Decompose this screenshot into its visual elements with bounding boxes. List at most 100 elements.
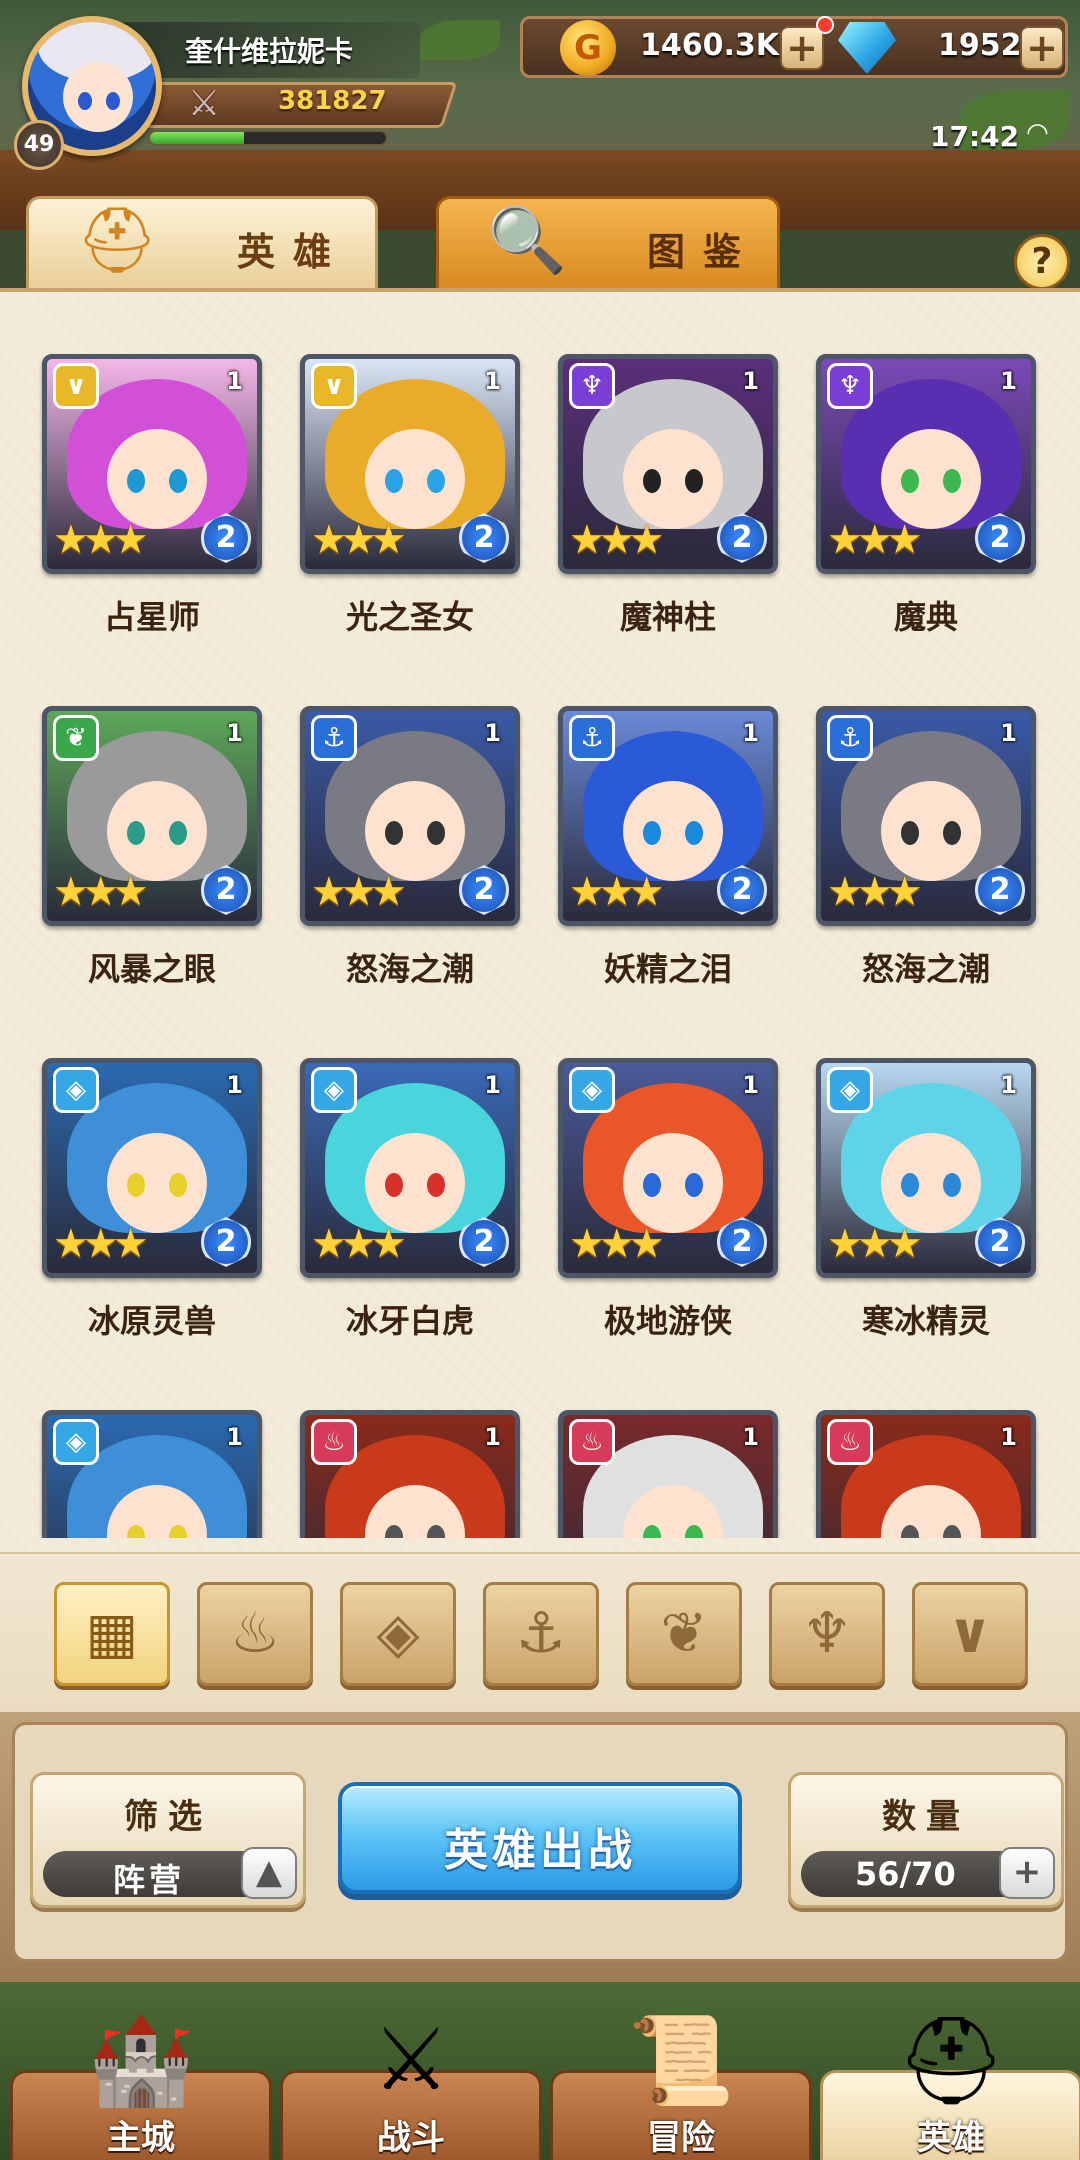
- tab-codex[interactable]: 🔍 图鉴: [436, 196, 780, 288]
- hero-card[interactable]: ♨1★★★2: [300, 1410, 520, 1538]
- filter-forest-button[interactable]: ❦: [626, 1582, 742, 1686]
- hero-portrait: ∨ 1 ★★★ 2: [42, 354, 262, 574]
- hero-portrait: ◈1★★★2: [300, 1058, 520, 1278]
- hero-card[interactable]: ♨1★★★2: [816, 1410, 1036, 1538]
- quantity-title: 数量: [882, 1797, 970, 1837]
- hero-card[interactable]: ∨ 1 ★★★ 2 占星师: [42, 354, 262, 636]
- hero-panel: ∨ 1 ★★★ 2 占星师 ∨ 1 ★★★ 2 光之圣女 ♆ 1 ★★★ 2 魔神柱 ♆ 1 ★★★ 2 魔典 ❦ 1 ★★…: [0, 288, 1080, 1708]
- gem-amount: 1952: [938, 28, 1022, 63]
- tab-heroes[interactable]: ⛑ 英雄: [26, 196, 378, 288]
- filter-toggle-button[interactable]: ▲: [241, 1847, 297, 1899]
- gold-amount: 1460.3K: [640, 28, 780, 63]
- hero-grid[interactable]: ∨ 1 ★★★ 2 占星师 ∨ 1 ★★★ 2 光之圣女 ♆ 1 ★★★ 2 魔神柱 ♆ 1 ★★★ 2 魔典 ❦ 1 ★★…: [0, 338, 1080, 1538]
- filter-ice-button[interactable]: ◈: [340, 1582, 456, 1686]
- hero-card[interactable]: ❦ 1 ★★★ 2 风暴之眼: [42, 706, 262, 988]
- hero-card[interactable]: ◈ 1 ★★★ 2 冰原灵兽: [42, 1058, 262, 1340]
- hero-card[interactable]: ◈ 1 ★★★ 2 寒冰精灵: [816, 1058, 1036, 1340]
- help-button[interactable]: ?: [1014, 234, 1070, 290]
- hero-name: 怒海之潮: [345, 950, 474, 988]
- hero-name: 魔典: [893, 598, 958, 636]
- hero-name: 光之圣女: [345, 598, 474, 636]
- add-gold-button[interactable]: +: [780, 26, 824, 70]
- faction-fire-icon: ♨: [827, 1419, 873, 1465]
- city-icon: 🏰: [87, 2011, 195, 2111]
- hero-card[interactable]: ◈ 1 ★★★ 2 极地游侠: [558, 1058, 778, 1340]
- filter-all-button[interactable]: ▦: [54, 1582, 170, 1686]
- hero-count: 1: [1000, 367, 1017, 395]
- nav-label: 战斗: [377, 2118, 445, 2158]
- hero-card[interactable]: ♨1★★★2: [558, 1410, 778, 1538]
- filter-value: 阵营: [113, 1861, 186, 1899]
- hero-stars: ★★★: [827, 869, 923, 915]
- hero-portrait: ♆ 1 ★★★ 2: [816, 354, 1036, 574]
- hero-card[interactable]: ⚓ 1 ★★★ 2 妖精之泪: [558, 706, 778, 988]
- hero-card[interactable]: ◈1★★★2: [42, 1410, 262, 1538]
- hero-count: 1: [484, 367, 501, 395]
- hero-count: 1: [742, 719, 759, 747]
- hero-count: 1: [484, 719, 501, 747]
- flame-icon: ♨: [229, 1601, 281, 1666]
- hero-portrait: ⚓ 1 ★★★ 2: [300, 706, 520, 926]
- scroll-map-icon: 📜: [627, 2011, 735, 2111]
- filter-ocean-button[interactable]: ⚓: [483, 1582, 599, 1686]
- hero-stars: ★★★: [53, 869, 149, 915]
- nav-label: 英雄: [917, 2118, 985, 2158]
- faction-ice-icon: ◈: [53, 1419, 99, 1465]
- hero-portrait: ♨1★★★2: [816, 1410, 1036, 1538]
- nav-label: 主城: [107, 2118, 175, 2158]
- hero-card[interactable]: ♆ 1 ★★★ 2 魔典: [816, 354, 1036, 636]
- filter-fire-button[interactable]: ♨: [197, 1582, 313, 1686]
- filter-title: 筛选: [124, 1797, 212, 1837]
- faction-forest-icon: ❦: [53, 715, 99, 761]
- add-capacity-button[interactable]: +: [999, 1847, 1055, 1899]
- nav-label: 冒险: [647, 2118, 715, 2158]
- hero-stars: ★★★: [569, 1221, 665, 1267]
- hero-portrait: ❦ 1 ★★★ 2: [42, 706, 262, 926]
- ice-diamond-icon: ◈: [376, 1601, 420, 1666]
- filter-card: 筛选 阵营 ▲: [30, 1772, 306, 1908]
- wings-icon: ∨: [947, 1601, 993, 1666]
- gold-coin-icon: G: [560, 20, 616, 76]
- faction-ice-icon: ◈: [311, 1067, 357, 1113]
- hero-name: 怒海之潮: [861, 950, 990, 988]
- hero-count: 1: [742, 1071, 759, 1099]
- hero-name: 极地游侠: [603, 1302, 732, 1340]
- faction-dark-icon: ♆: [827, 363, 873, 409]
- faction-ocean-icon: ⚓: [311, 715, 357, 761]
- exp-bar: [148, 130, 388, 146]
- hero-card[interactable]: ⚓ 1 ★★★ 2 怒海之潮: [816, 706, 1036, 988]
- hero-name: 妖精之泪: [603, 950, 732, 988]
- hero-portrait: ⚓ 1 ★★★ 2: [558, 706, 778, 926]
- filter-light-button[interactable]: ∨: [912, 1582, 1028, 1686]
- hero-stars: ★★★: [311, 869, 407, 915]
- hero-card[interactable]: ∨ 1 ★★★ 2 光之圣女: [300, 354, 520, 636]
- hero-portrait: ⚓ 1 ★★★ 2: [816, 706, 1036, 926]
- hero-stars: ★★★: [569, 517, 665, 563]
- faction-fire-icon: ♨: [569, 1419, 615, 1465]
- hero-name: 冰原灵兽: [87, 1302, 216, 1340]
- hero-stars: ★★★: [53, 1221, 149, 1267]
- anchor-icon: ⚓: [515, 1601, 567, 1666]
- quantity-card: 数量 56/70 +: [788, 1772, 1064, 1908]
- tab-heroes-label: 英雄: [237, 230, 350, 274]
- add-gem-button[interactable]: +: [1020, 26, 1064, 70]
- hero-stars: ★★★: [827, 517, 923, 563]
- faction-light-icon: ∨: [53, 363, 99, 409]
- filter-dark-button[interactable]: ♆: [769, 1582, 885, 1686]
- hero-card[interactable]: ◈ 1 ★★★ 2 冰牙白虎: [300, 1058, 520, 1340]
- hero-card[interactable]: ⚓ 1 ★★★ 2 怒海之潮: [300, 706, 520, 988]
- hero-card[interactable]: ♆ 1 ★★★ 2 魔神柱: [558, 354, 778, 636]
- hero-stars: ★★★: [311, 1221, 407, 1267]
- hero-name: 寒冰精灵: [861, 1302, 990, 1340]
- faction-ice-icon: ◈: [827, 1067, 873, 1113]
- hero-name: 冰牙白虎: [345, 1302, 474, 1340]
- hero-count: 1: [1000, 1071, 1017, 1099]
- hero-stars: ★★★: [311, 517, 407, 563]
- deploy-heroes-button[interactable]: 英雄出战: [338, 1782, 742, 1894]
- hero-name: 魔神柱: [619, 598, 716, 636]
- grid-icon: ▦: [85, 1601, 139, 1666]
- hero-stars: ★★★: [569, 869, 665, 915]
- wifi-icon: ◠: [1026, 118, 1049, 148]
- level-badge: 49: [14, 120, 64, 170]
- hero-name: 风暴之眼: [87, 950, 216, 988]
